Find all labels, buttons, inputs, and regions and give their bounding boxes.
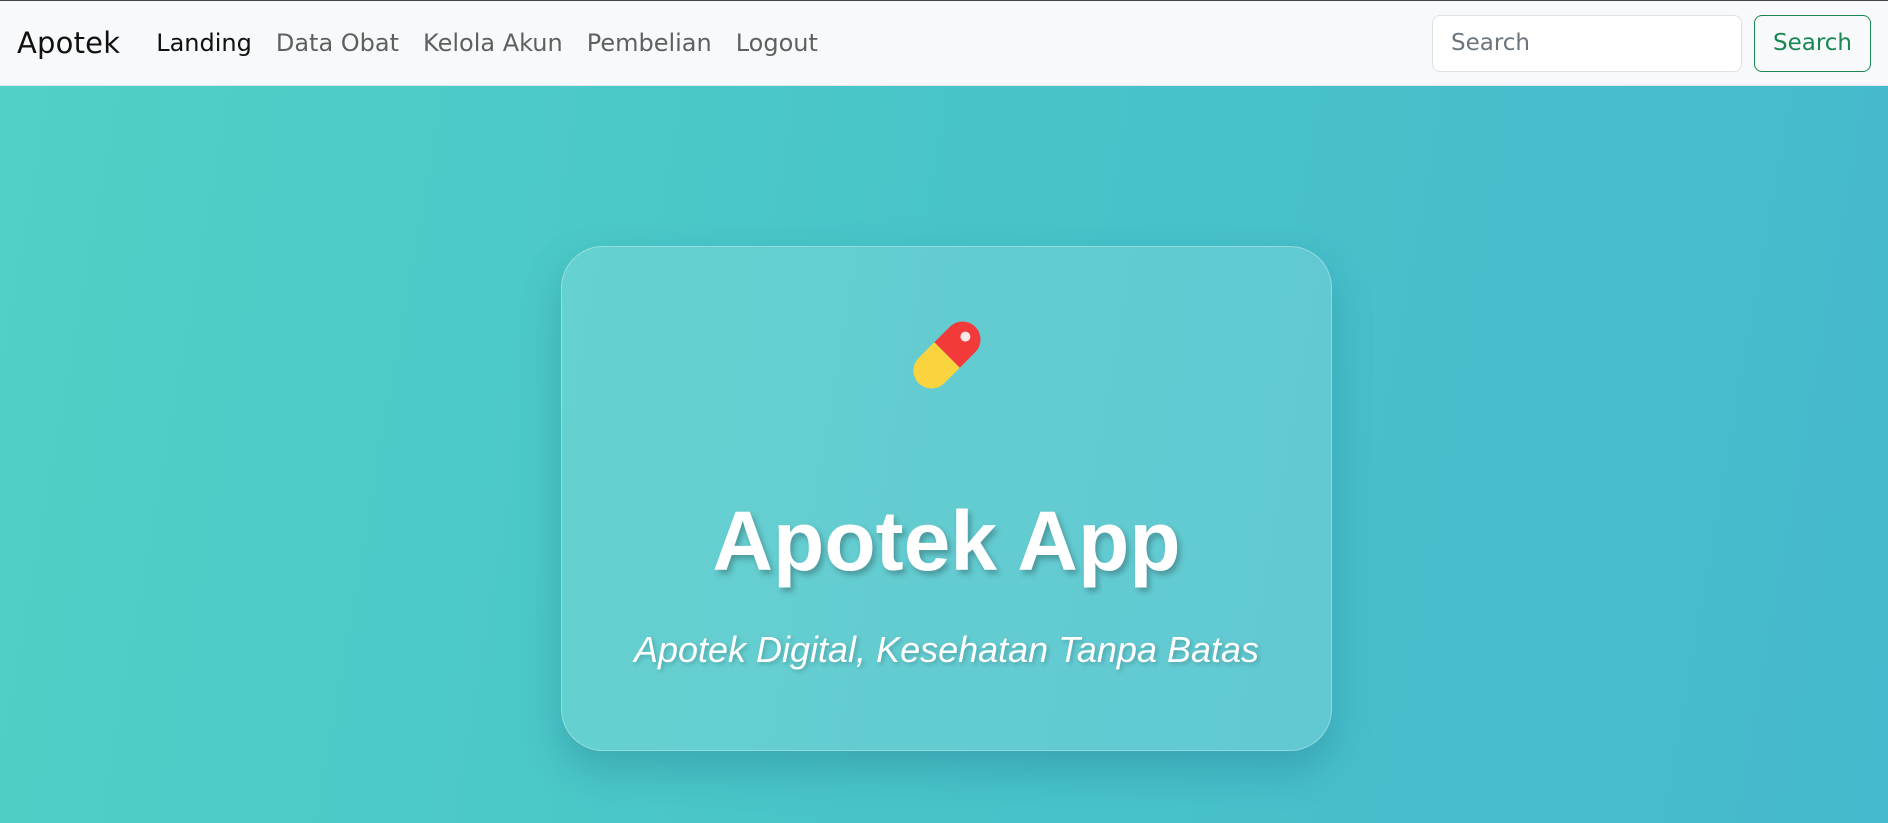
search-form: Search	[1431, 14, 1871, 72]
pill-icon	[913, 321, 981, 389]
nav-link-data-obat[interactable]: Data Obat	[276, 29, 399, 57]
navbar: Apotek Landing Data Obat Kelola Akun Pem…	[0, 0, 1888, 86]
hero-card: Apotek App Apotek Digital, Kesehatan Tan…	[561, 246, 1332, 751]
hero-section: Apotek App Apotek Digital, Kesehatan Tan…	[0, 86, 1888, 823]
nav-link-landing[interactable]: Landing	[156, 29, 252, 57]
nav-links: Landing Data Obat Kelola Akun Pembelian …	[156, 29, 842, 57]
nav-link-pembelian[interactable]: Pembelian	[587, 29, 712, 57]
navbar-brand[interactable]: Apotek	[17, 26, 120, 60]
hero-title: Apotek App	[712, 494, 1181, 588]
search-input[interactable]	[1431, 14, 1742, 72]
search-button[interactable]: Search	[1753, 14, 1871, 72]
nav-link-logout[interactable]: Logout	[736, 29, 818, 57]
hero-subtitle: Apotek Digital, Kesehatan Tanpa Batas	[633, 629, 1260, 670]
nav-link-kelola-akun[interactable]: Kelola Akun	[423, 29, 563, 57]
